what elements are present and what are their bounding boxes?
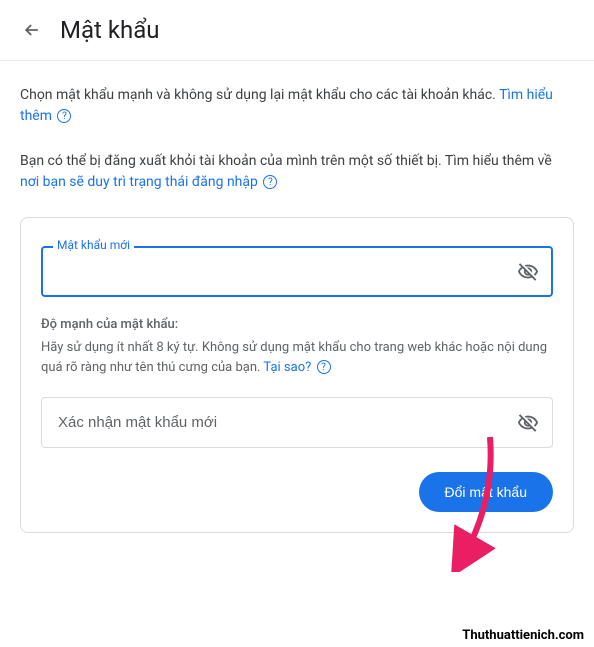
- back-button[interactable]: [20, 18, 44, 42]
- page-title: Mật khẩu: [60, 16, 159, 44]
- toggle-visibility-button[interactable]: [517, 261, 539, 283]
- strength-title: Độ mạnh của mật khẩu:: [41, 317, 553, 332]
- stay-signed-in-link[interactable]: nơi bạn sẽ duy trì trạng thái đăng nhập …: [20, 174, 277, 190]
- help-icon: ?: [317, 360, 331, 374]
- help-icon: ?: [263, 175, 277, 189]
- content-area: Chọn mật khẩu mạnh và không sử dụng lại …: [0, 61, 594, 533]
- confirm-password-wrapper: [41, 397, 553, 448]
- password-strength-section: Độ mạnh của mật khẩu: Hãy sử dụng ít nhấ…: [41, 317, 553, 377]
- toggle-visibility-button[interactable]: [517, 412, 539, 434]
- new-password-label: Mật khẩu mới: [53, 238, 134, 252]
- eye-off-icon: [517, 261, 539, 283]
- button-row: Đổi mật khẩu: [41, 472, 553, 512]
- description-paragraph-1: Chọn mật khẩu mạnh và không sử dụng lại …: [20, 85, 574, 127]
- desc-text-2: Bạn có thể bị đăng xuất khỏi tài khoản c…: [20, 153, 552, 169]
- watermark-text: Thuthuattienich.com: [462, 628, 584, 643]
- confirm-password-input[interactable]: [41, 397, 553, 448]
- password-form-card: Mật khẩu mới Độ mạnh của mật khẩu: Hãy s…: [20, 217, 574, 533]
- strength-description: Hãy sử dụng ít nhất 8 ký tự. Không sử dụ…: [41, 338, 553, 377]
- new-password-wrapper: Mật khẩu mới: [41, 246, 553, 297]
- description-paragraph-2: Bạn có thể bị đăng xuất khỏi tài khoản c…: [20, 151, 574, 193]
- change-password-button[interactable]: Đổi mật khẩu: [419, 472, 553, 512]
- help-icon: ?: [57, 109, 71, 123]
- page-header: Mật khẩu: [0, 0, 594, 61]
- new-password-input[interactable]: [41, 246, 553, 297]
- desc-text-1: Chọn mật khẩu mạnh và không sử dụng lại …: [20, 87, 499, 103]
- eye-off-icon: [517, 412, 539, 434]
- why-link[interactable]: Tại sao? ?: [263, 360, 330, 375]
- arrow-back-icon: [22, 20, 42, 40]
